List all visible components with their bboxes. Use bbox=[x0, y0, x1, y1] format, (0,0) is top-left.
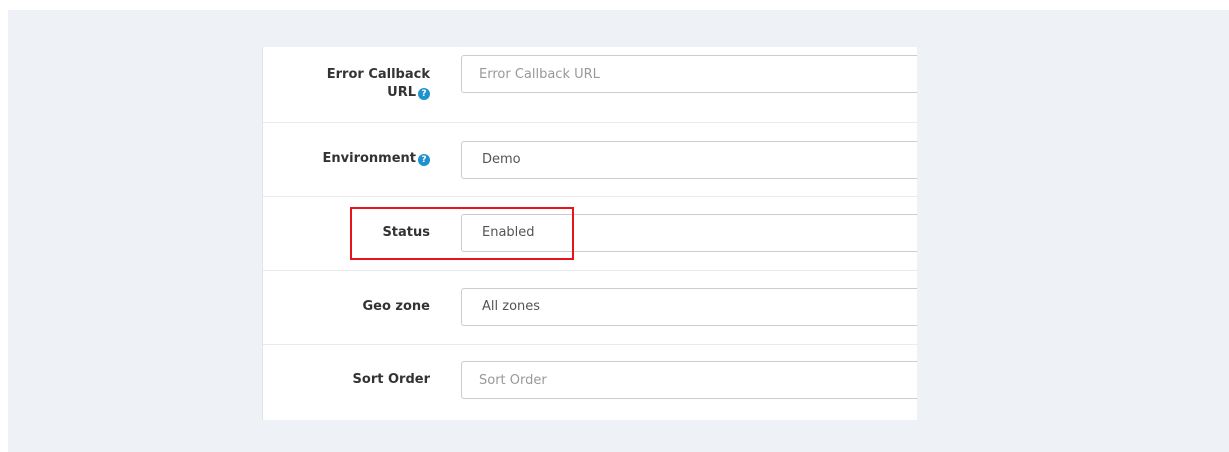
form-row-geo-zone: Geo zone All zones bbox=[263, 271, 917, 345]
form-row-error-callback-url: Error Callback URL? bbox=[263, 47, 917, 123]
form-row-sort-order: Sort Order bbox=[263, 345, 917, 419]
help-icon[interactable]: ? bbox=[418, 154, 430, 166]
error-callback-url-input[interactable] bbox=[461, 55, 917, 93]
geo-zone-label-text: Geo zone bbox=[362, 299, 430, 314]
sort-order-label-text: Sort Order bbox=[352, 372, 430, 387]
help-icon[interactable]: ? bbox=[418, 88, 430, 100]
status-label-text: Status bbox=[382, 225, 430, 240]
environment-select[interactable]: Demo bbox=[461, 141, 917, 179]
error-callback-url-label-line1: Error Callback bbox=[326, 67, 430, 82]
environment-selected-value: Demo bbox=[482, 152, 521, 167]
status-select[interactable]: Enabled bbox=[461, 214, 917, 252]
environment-label: Environment? bbox=[263, 150, 430, 168]
geo-zone-selected-value: All zones bbox=[482, 299, 541, 314]
form-row-environment: Environment? Demo bbox=[263, 123, 917, 197]
geo-zone-select[interactable]: All zones bbox=[461, 288, 917, 326]
error-callback-url-label: Error Callback URL? bbox=[263, 66, 430, 102]
status-selected-value: Enabled bbox=[482, 225, 535, 240]
geo-zone-label: Geo zone bbox=[263, 298, 430, 316]
sort-order-label: Sort Order bbox=[263, 371, 430, 389]
form-row-status: Status Enabled bbox=[263, 197, 917, 271]
sort-order-input[interactable] bbox=[461, 361, 917, 399]
status-label: Status bbox=[263, 224, 430, 242]
settings-form-panel: Error Callback URL? Environment? Demo St… bbox=[262, 47, 917, 420]
environment-label-text: Environment bbox=[322, 151, 417, 166]
error-callback-url-label-line2: URL bbox=[387, 85, 416, 100]
